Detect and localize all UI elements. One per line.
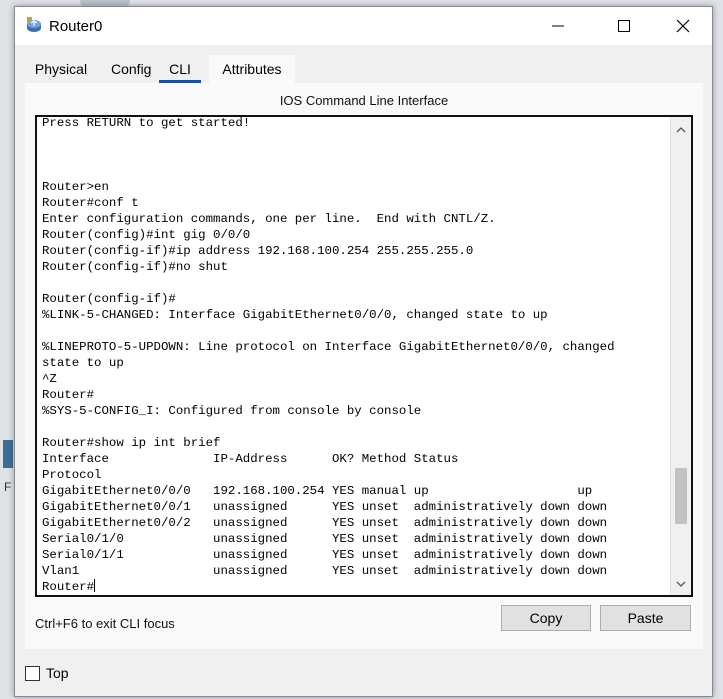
close-button[interactable] (660, 7, 706, 45)
minimize-icon (552, 20, 564, 32)
cli-line: GigabitEthernet0/0/0 192.168.100.254 YES… (42, 484, 593, 498)
close-icon (676, 19, 690, 33)
tab-cli[interactable]: CLI (159, 55, 201, 83)
cli-line: Router#conf t (42, 196, 139, 210)
cli-header: IOS Command Line Interface (279, 93, 449, 108)
cli-line: Serial0/1/0 unassigned YES unset adminis… (42, 532, 608, 546)
chevron-down-icon (676, 574, 686, 592)
cli-terminal[interactable]: Press RETURN to get started! Router>en R… (35, 115, 693, 597)
cli-line: GigabitEthernet0/0/1 unassigned YES unse… (42, 500, 608, 514)
window-title: Router0 (49, 18, 103, 35)
chevron-up-icon (676, 120, 686, 138)
title-bar[interactable]: Router0 (15, 7, 712, 45)
scroll-down-button[interactable] (671, 573, 691, 593)
cli-line: Interface IP-Address OK? Method Status (42, 452, 459, 466)
cli-line: %LINEPROTO-5-UPDOWN: Line protocol on In… (42, 340, 615, 354)
cli-line: Press RETURN to get started! (42, 116, 251, 130)
cli-line: Serial0/1/1 unassigned YES unset adminis… (42, 548, 608, 562)
cli-line: Enter configuration commands, one per li… (42, 212, 496, 226)
text-cursor (94, 579, 96, 592)
cli-line: Router(config-if)#no shut (42, 260, 228, 274)
top-checkbox[interactable] (25, 666, 40, 681)
cli-scrollbar[interactable] (670, 117, 691, 595)
scroll-thumb[interactable] (675, 467, 687, 524)
cli-line: Vlan1 unassigned YES unset administrativ… (42, 564, 608, 578)
tab-physical[interactable]: Physical (25, 55, 97, 83)
minimize-button[interactable] (535, 7, 581, 45)
cli-line: Router#show ip int brief (42, 436, 221, 450)
maximize-button[interactable] (601, 7, 647, 45)
tab-attributes[interactable]: Attributes (209, 55, 295, 83)
tab-config[interactable]: Config (111, 55, 151, 83)
maximize-icon (618, 20, 630, 32)
cli-line: Router(config-if)#ip address 192.168.100… (42, 244, 474, 258)
top-label[interactable]: Top (46, 665, 69, 681)
cli-line: Router>en (42, 180, 109, 194)
cli-line: %LINK-5-CHANGED: Interface GigabitEthern… (42, 308, 548, 322)
cli-prompt: Router# (42, 580, 95, 594)
pc-icon (3, 440, 13, 468)
cli-line: GigabitEthernet0/0/2 unassigned YES unse… (42, 516, 608, 530)
scroll-up-button[interactable] (671, 119, 691, 139)
cli-line: state to up (42, 356, 124, 370)
cli-line: Router(config)#int gig 0/0/0 (42, 228, 251, 242)
background-device-label: F (4, 480, 12, 494)
router-icon (25, 16, 43, 34)
cli-line: Protocol (42, 468, 102, 482)
cli-output[interactable]: Press RETURN to get started! Router>en R… (42, 116, 662, 595)
copy-button[interactable]: Copy (501, 605, 591, 631)
cli-line: %SYS-5-CONFIG_I: Configured from console… (42, 404, 422, 418)
exit-cli-hint: Ctrl+F6 to exit CLI focus (35, 616, 175, 631)
cli-line: ^Z (42, 372, 57, 386)
background-device: F (0, 440, 14, 500)
cli-panel: IOS Command Line Interface Press RETURN … (25, 83, 703, 649)
cli-lines: Press RETURN to get started! Router>en R… (42, 116, 615, 578)
cli-line: Router(config-if)# (42, 292, 176, 306)
cli-line: Router# (42, 388, 95, 402)
paste-button[interactable]: Paste (600, 605, 691, 631)
router-window: Router0 Physical Config CLI Attributes I… (14, 6, 713, 697)
